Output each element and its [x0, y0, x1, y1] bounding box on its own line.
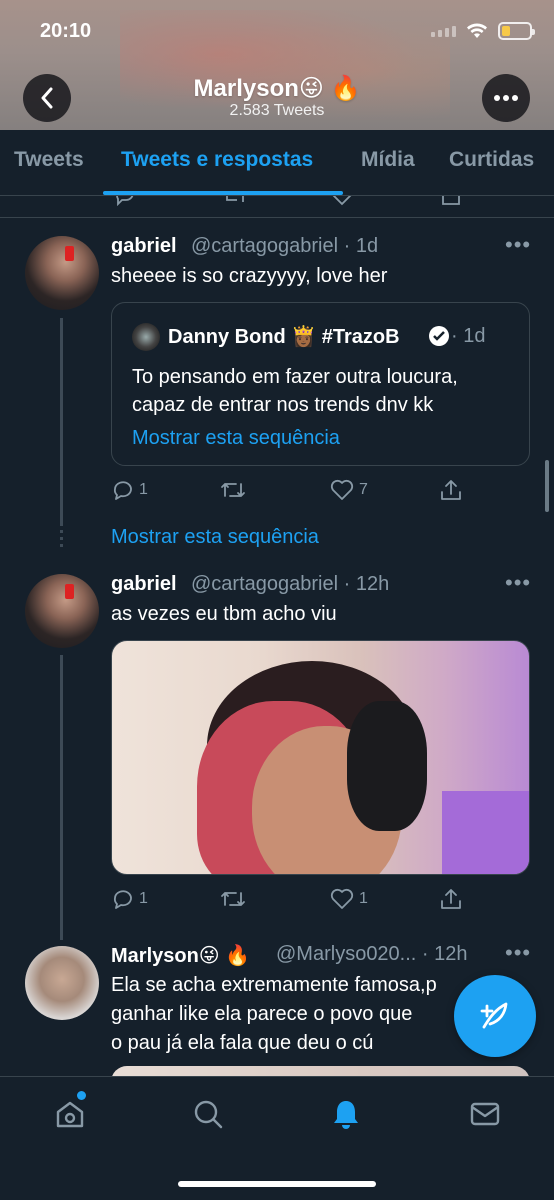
show-thread-link[interactable]: Mostrar esta sequência	[111, 526, 319, 549]
avatar[interactable]	[25, 574, 99, 648]
tweet-text-line1: Ela se acha extremamente famosa,p	[111, 974, 437, 996]
active-tab-indicator	[103, 191, 343, 195]
tab-tweets-and-replies[interactable]: Tweets e respostas	[121, 148, 313, 172]
thread-line	[60, 318, 63, 526]
more-horizontal-icon	[494, 95, 518, 101]
nav-search[interactable]	[191, 1097, 225, 1131]
quote-text-line1: To pensando em fazer outra loucura,	[132, 366, 458, 388]
bell-icon	[334, 1101, 358, 1129]
profile-tabs: Tweets Tweets e respostas Mídia Curtidas	[0, 130, 554, 196]
more-options-button[interactable]	[482, 74, 530, 122]
tweet-author-name[interactable]: gabriel	[111, 573, 177, 596]
tweet-media-image[interactable]	[111, 640, 530, 875]
tweet-actions: 1 1	[111, 887, 531, 917]
avatar[interactable]	[25, 236, 99, 310]
show-thread-link[interactable]: Mostrar esta sequência	[132, 427, 340, 450]
profile-name: Marlyson😜 🔥	[193, 75, 361, 102]
share-icon	[441, 480, 461, 500]
tweet-author-name[interactable]: Marlyson😜 🔥	[111, 943, 250, 968]
retweet-icon[interactable]	[222, 196, 248, 206]
tweet-actions: 1 7	[111, 478, 531, 508]
quote-date: · 1d	[451, 325, 486, 347]
new-tweets-indicator	[77, 1091, 86, 1100]
share-button[interactable]	[439, 887, 463, 911]
nav-messages[interactable]	[468, 1097, 502, 1131]
tweet-text: sheeee is so crazyyyy, love her	[111, 265, 388, 287]
tweet-count: 2.583 Tweets	[229, 102, 325, 119]
thread-line	[60, 655, 63, 940]
media-background	[442, 791, 529, 874]
reply-icon	[113, 481, 132, 500]
tweet-text: as vezes eu tbm acho viu	[111, 603, 337, 625]
tweet-text-line2: ganhar like ela parece o povo que	[111, 1003, 413, 1025]
tweet-meta: @cartagogabriel · 12h	[191, 573, 390, 595]
status-icons	[431, 22, 535, 40]
tweet-meta: @cartagogabriel · 1d	[191, 235, 379, 257]
home-icon	[56, 1101, 84, 1128]
reply-count: 1	[139, 481, 148, 498]
quote-text-line2: capaz de entrar nos trends dnv kk	[132, 394, 434, 416]
mail-icon	[470, 1102, 500, 1126]
heart-icon	[330, 479, 354, 500]
profile-header: 20:10 Marlyson😜 🔥 2.583 Tweets	[0, 0, 554, 130]
quote-author-name: Danny Bond 👸🏾 #TrazoB	[168, 326, 400, 348]
tab-media[interactable]: Mídia	[361, 148, 415, 172]
like-button[interactable]: 7	[329, 478, 368, 502]
tweet-more-icon[interactable]: •••	[505, 570, 531, 596]
status-time: 20:10	[40, 20, 92, 42]
tweet-more-icon[interactable]: •••	[505, 940, 531, 966]
nav-home[interactable]	[53, 1097, 87, 1131]
like-icon[interactable]	[330, 196, 354, 206]
retweet-button[interactable]	[219, 887, 247, 911]
compose-feather-icon	[480, 1002, 508, 1029]
retweet-icon	[221, 892, 245, 906]
previous-tweet-actions	[0, 196, 554, 218]
reply-icon[interactable]	[114, 196, 136, 206]
share-button[interactable]	[439, 478, 463, 502]
tab-tweets[interactable]: Tweets	[14, 148, 84, 172]
tweet-text-line3: o pau já ela fala que deu o cú	[111, 1032, 374, 1054]
wifi-icon	[467, 23, 487, 38]
share-icon	[441, 889, 461, 909]
quote-tweet[interactable]: Danny Bond 👸🏾 #TrazoB · 1d To pensando e…	[111, 302, 530, 466]
avatar[interactable]	[25, 946, 99, 1020]
reply-count: 1	[139, 890, 148, 907]
scrollbar[interactable]	[545, 460, 549, 512]
compose-tweet-button[interactable]	[454, 975, 536, 1057]
search-icon	[194, 1100, 223, 1129]
media-headphone	[347, 701, 427, 831]
tweet-author-name[interactable]: gabriel	[111, 235, 177, 258]
battery-icon	[498, 22, 535, 40]
thread-dots	[60, 530, 63, 551]
share-icon[interactable]	[440, 196, 462, 206]
verified-badge-icon	[429, 326, 449, 346]
like-button[interactable]: 1	[329, 887, 368, 911]
reply-button[interactable]: 1	[111, 887, 148, 911]
reply-button[interactable]: 1	[111, 478, 148, 502]
reply-icon	[113, 890, 132, 909]
retweet-button[interactable]	[219, 478, 247, 502]
tab-likes[interactable]: Curtidas	[449, 148, 534, 172]
cellular-signal-icon	[431, 25, 456, 37]
like-count: 7	[359, 481, 368, 498]
like-count: 1	[359, 890, 368, 907]
nav-notifications[interactable]	[329, 1097, 363, 1131]
heart-icon	[330, 888, 354, 909]
tweet-meta: @Marlyso020... · 12h	[276, 943, 468, 965]
tweet-more-icon[interactable]: •••	[505, 232, 531, 258]
retweet-icon	[221, 483, 245, 497]
home-indicator[interactable]	[178, 1181, 376, 1187]
quote-avatar	[132, 323, 160, 351]
